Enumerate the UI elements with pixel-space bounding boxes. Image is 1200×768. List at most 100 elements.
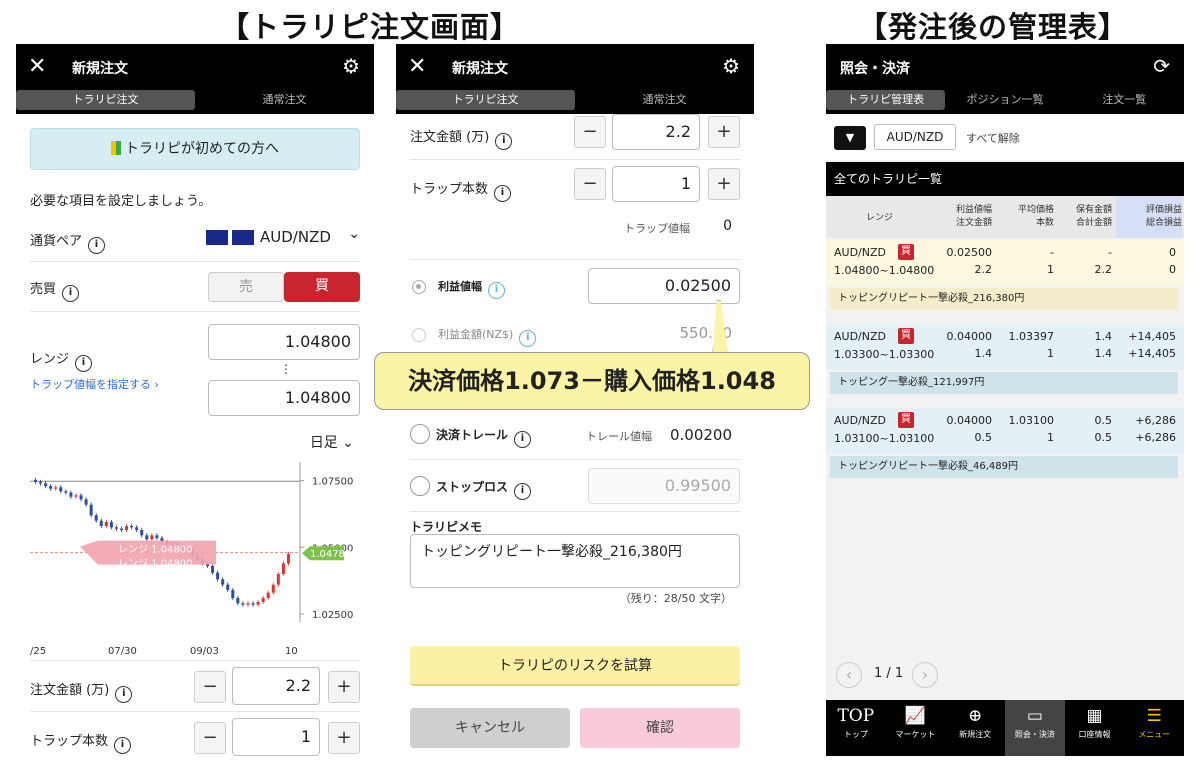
buy-badge: 買 <box>898 328 914 344</box>
plus-button[interactable]: + <box>328 671 360 703</box>
info-icon[interactable]: i <box>514 431 532 448</box>
refresh-icon[interactable]: ⟳ <box>1153 54 1170 78</box>
candle <box>69 492 73 497</box>
pair-select[interactable]: AUD/NZD <box>260 228 331 246</box>
trap-row[interactable]: AUD/NZD 買 1.03300~1.03300 0.04000 1.4 1.03397… <box>826 324 1184 370</box>
info-icon[interactable]: i <box>514 483 532 500</box>
info-icon[interactable]: i <box>494 185 512 202</box>
range-low-input[interactable]: 1.04800 <box>208 380 360 416</box>
trap-width-link[interactable]: トラップ値幅を指定する › <box>30 376 159 392</box>
radio-selected[interactable] <box>412 280 426 294</box>
nav-label: メニュー <box>1138 730 1171 739</box>
memo-label: トラリピメモ <box>410 520 483 534</box>
next-page-button[interactable]: › <box>912 662 938 688</box>
range-label: レンジ <box>30 352 70 367</box>
confirm-button[interactable]: 確認 <box>580 708 740 748</box>
risk-calc-button[interactable]: トラリピのリスクを試算 <box>410 646 740 686</box>
plus-button[interactable]: + <box>708 116 740 148</box>
info-icon[interactable]: i <box>75 355 93 372</box>
radio-unselected[interactable] <box>410 424 430 444</box>
trap-memo: トッピングリピート一撃必殺_46,489円 <box>830 456 1178 478</box>
candle <box>104 522 108 526</box>
tab-normal-order[interactable]: 通常注文 <box>575 90 754 110</box>
nav-market[interactable]: 📈 マーケット <box>886 700 946 756</box>
minus-button[interactable]: − <box>574 116 606 148</box>
info-icon[interactable]: i <box>88 237 106 254</box>
trap-count-input[interactable]: 1 <box>612 166 700 202</box>
info-icon[interactable]: i <box>495 133 513 150</box>
stop-loss-label: ストップロス <box>436 480 509 494</box>
prev-page-button[interactable]: ‹ <box>836 662 862 688</box>
panel-header: 照会・決済 ⟳ トラリピ管理表 ポジション一覧 注文一覧 <box>826 44 1184 114</box>
info-icon[interactable]: i <box>62 285 80 302</box>
close-icon[interactable]: ✕ <box>28 54 46 80</box>
candle <box>251 603 255 605</box>
buy-button[interactable]: 買 <box>284 272 360 302</box>
candle <box>130 526 134 528</box>
candle <box>54 487 58 489</box>
nav-top[interactable]: TOP トップ <box>826 700 886 756</box>
side-label: 売買 <box>30 282 57 297</box>
filter-pair-chip[interactable]: AUD/NZD <box>874 124 956 150</box>
candle <box>84 499 88 505</box>
sell-button[interactable]: 売 <box>208 272 284 302</box>
candle <box>150 535 154 540</box>
range-high-input[interactable]: 1.04800 <box>208 324 360 360</box>
stop-loss-input[interactable]: 0.99500 <box>588 468 740 504</box>
tab-trap-repeat[interactable]: トラリピ注文 <box>396 90 575 110</box>
minus-button[interactable]: − <box>574 168 606 200</box>
pair-name: AUD/NZD <box>834 414 886 427</box>
gear-icon[interactable]: ⚙ <box>722 54 740 78</box>
amount-row: 注文金額 (万) i − 2.2 + <box>30 660 360 712</box>
trail-width-label: トレール値幅 <box>586 430 652 443</box>
trap-row[interactable]: AUD/NZD 買 1.03100~1.03100 0.04000 0.5 1.03100… <box>826 408 1184 454</box>
nav-label: 照会・決済 <box>1014 730 1055 739</box>
trap-row[interactable]: AUD/NZD 買 1.04800~1.04800 0.02500 2.2-1-2.2 0… <box>826 240 1184 286</box>
minus-button[interactable]: − <box>194 671 226 703</box>
info-icon[interactable]: i <box>519 330 537 347</box>
nav-inquiry[interactable]: ▭ 照会・決済 <box>1005 700 1065 756</box>
candle <box>39 482 43 484</box>
close-icon[interactable]: ✕ <box>408 54 426 80</box>
tab-orders[interactable]: 注文一覧 <box>1065 90 1184 110</box>
profit-width-input[interactable]: 0.02500 <box>588 268 740 304</box>
nav-account[interactable]: ▦ 口座情報 <box>1065 700 1125 756</box>
amount-input[interactable]: 2.2 <box>232 667 320 705</box>
candle <box>120 528 123 530</box>
amount-input[interactable]: 2.2 <box>612 114 700 150</box>
radio-unselected[interactable] <box>410 476 430 496</box>
tab-positions[interactable]: ポジション一覧 <box>945 90 1064 110</box>
clear-all-link[interactable]: すべて解除 <box>966 130 1020 146</box>
col-header: 総合損益 <box>1145 218 1182 228</box>
trap-count-input[interactable]: 1 <box>232 718 320 756</box>
period-select[interactable]: 日足 ⌄ <box>310 432 354 452</box>
plus-button[interactable]: + <box>328 722 360 754</box>
memo-input[interactable]: トッピングリピート一撃必殺_216,380円 <box>410 534 740 588</box>
tab-normal-order[interactable]: 通常注文 <box>195 90 374 110</box>
cell-value: - <box>1108 246 1112 259</box>
info-icon[interactable]: i <box>114 737 132 754</box>
minus-button[interactable]: − <box>194 722 226 754</box>
gear-icon[interactable]: ⚙ <box>342 54 360 78</box>
cell-value: +6,286 <box>1135 414 1176 427</box>
tab-trap-management[interactable]: トラリピ管理表 <box>826 90 946 110</box>
candle <box>114 527 118 529</box>
beginner-button[interactable]: トラリピが初めての方へ <box>30 128 360 170</box>
candle <box>256 602 260 605</box>
tab-trap-repeat[interactable]: トラリピ注文 <box>16 90 195 110</box>
filter-icon[interactable]: ▼ <box>834 126 866 150</box>
plus-circle-icon: ⊕ <box>968 706 983 726</box>
profit-amount-row: 利益金額(NZ$) i 550.00 <box>410 316 740 356</box>
col-header: 評価損益 <box>1145 205 1182 215</box>
plus-button[interactable]: + <box>708 168 740 200</box>
buy-badge: 買 <box>898 412 914 428</box>
info-icon[interactable]: i <box>488 282 505 299</box>
nav-new-order[interactable]: ⊕ 新規注文 <box>945 700 1005 756</box>
y-tick-label: 1.07500 <box>312 477 353 488</box>
cell-value: 1.4 <box>974 347 993 360</box>
info-icon[interactable]: i <box>115 686 133 703</box>
cancel-button[interactable]: キャンセル <box>410 708 570 748</box>
nav-menu[interactable]: ☰ メニュー <box>1124 700 1184 756</box>
radio-unselected[interactable] <box>412 328 426 342</box>
nav-label: トップ <box>843 730 868 739</box>
